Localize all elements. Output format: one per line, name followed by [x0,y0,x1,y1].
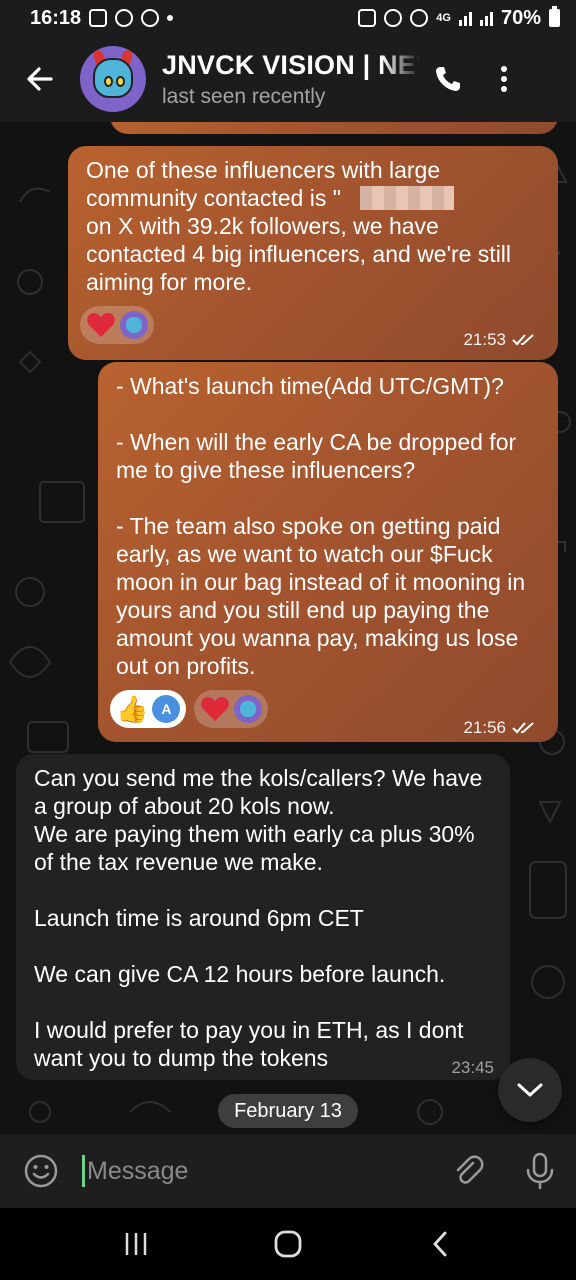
message-bubble-outgoing[interactable]: One of these influencers with large comm… [68,146,558,360]
message-bubble-incoming[interactable]: Can you send me the kols/callers? We hav… [16,754,510,1080]
whatsapp-notification-icon [115,9,134,27]
status-time: 16:18 [30,6,82,29]
thumbs-up-icon: 👍 [116,694,149,724]
message-input-bar [0,1134,576,1208]
network-type: 4G [436,11,451,24]
message-time: 21:53 [463,330,506,349]
message-text: - What's launch time(Add UTC/GMT)? - Whe… [116,373,526,679]
message-bubble-outgoing[interactable]: - What's launch time(Add UTC/GMT)? - Whe… [98,362,558,742]
last-seen-status: last seen recently [162,84,326,108]
text-cursor [82,1155,85,1187]
reaction-heart[interactable] [194,690,269,728]
message-text: Can you send me the kols/callers? We hav… [34,765,483,1071]
reactor-avatar-a: A [152,695,181,723]
alarm-icon [384,9,403,27]
reactor-avatar [120,311,148,339]
back-button[interactable] [0,36,80,122]
system-navigation-bar [0,1208,576,1280]
redacted-name [360,186,454,210]
date-separator: February 13 [218,1094,358,1128]
hotspot-icon [410,9,429,27]
scroll-to-bottom-button[interactable] [498,1058,562,1122]
signal-icon-2 [479,10,493,26]
contact-name: JNVCK VISION | NEV [162,49,420,80]
paperclip-icon [456,1155,484,1184]
gallery-notification-icon [89,9,108,27]
chat-messages-area[interactable]: One of these influencers with large comm… [0,122,576,1134]
battery-icon [549,6,560,27]
double-check-icon [512,334,534,346]
message-text: One of these influencers with large comm… [86,157,512,295]
system-back-button[interactable] [400,1214,480,1274]
message-input[interactable] [87,1156,432,1186]
heart-icon [87,313,115,337]
smiley-icon [24,1154,58,1188]
message-time: 23:45 [451,1058,494,1077]
call-button[interactable] [420,36,476,122]
voice-message-button[interactable] [504,1134,576,1208]
lock-icon [358,9,377,27]
more-vertical-icon [501,66,507,92]
emoji-button[interactable] [0,1134,82,1208]
recent-apps-button[interactable] [96,1214,176,1274]
chevron-down-icon [517,1083,543,1097]
phone-icon [436,67,460,91]
contact-avatar[interactable] [80,46,146,112]
signal-icon [458,10,472,26]
double-check-icon [512,722,534,734]
chat-header: JNVCK VISION | NEV last seen recently [0,36,576,122]
reactor-avatar [234,695,263,723]
message-time: 21:56 [463,718,506,737]
chrome-notification-icon [141,9,160,27]
contact-info[interactable]: JNVCK VISION | NEV last seen recently [162,50,420,109]
battery-percent: 70% [500,6,541,29]
more-notifications-icon [167,15,174,21]
heart-icon [201,697,230,721]
chevron-left-icon [433,1231,447,1257]
reaction-thumbs-up[interactable]: 👍 A [110,690,187,728]
recent-apps-icon [125,1233,147,1255]
previous-message-tail [110,122,558,134]
status-bar: 16:18 4G 70% [0,0,576,36]
home-button[interactable] [248,1214,328,1274]
microphone-icon [526,1152,554,1190]
arrow-left-icon [27,67,53,91]
more-options-button[interactable] [476,36,532,122]
home-icon [274,1230,302,1258]
reaction-heart[interactable] [80,306,154,344]
attach-button[interactable] [432,1134,504,1208]
